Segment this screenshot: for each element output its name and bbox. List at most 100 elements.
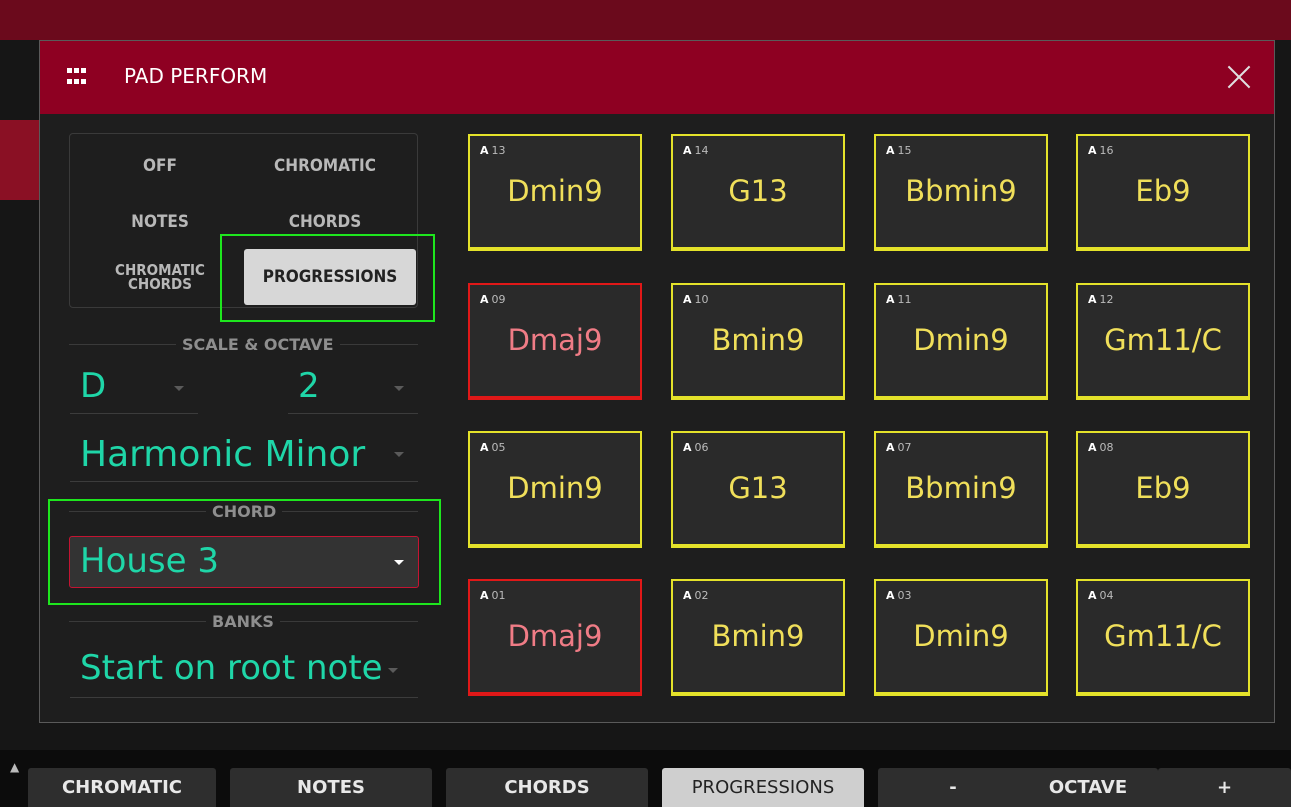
pad-chord-name: G13 <box>728 471 788 505</box>
modal-title: PAD PERFORM <box>124 64 268 88</box>
chevron-down-icon <box>174 386 184 391</box>
mode-chromatic-chords-button[interactable]: CHROMATIC CHORDS <box>100 263 220 293</box>
chord-label: CHORD <box>206 502 283 521</box>
chevron-down-icon <box>388 668 398 673</box>
bottom-toolbar: CHROMATIC NOTES CHORDS PROGRESSIONS - OC… <box>0 752 1291 807</box>
background-stripe <box>0 120 40 200</box>
pad-level-bar <box>1078 544 1248 548</box>
pad-id: A 07 <box>886 441 912 454</box>
close-icon[interactable] <box>1226 64 1252 90</box>
pad[interactable]: A 16 Eb9 <box>1076 134 1250 251</box>
pad-bank: A <box>1088 589 1097 602</box>
root-note-dropdown[interactable]: D <box>80 366 106 406</box>
mode-notes-button[interactable]: NOTES <box>115 214 205 231</box>
pad-bank: A <box>886 144 895 157</box>
pad[interactable]: A 03 Dmin9 <box>874 579 1048 696</box>
chord-select[interactable]: House 3 <box>69 536 419 588</box>
pad-bank: A <box>683 441 692 454</box>
pad-number: 01 <box>491 589 506 602</box>
pad-level-bar <box>470 692 640 696</box>
pad-id: A 08 <box>1088 441 1114 454</box>
pad-chord-name: Bbmin9 <box>905 471 1017 505</box>
pad-number: 16 <box>1099 144 1114 157</box>
mode-chromatic-chords-line2: CHORDS <box>128 275 192 293</box>
pad-level-bar <box>876 692 1046 696</box>
octave-label: OCTAVE <box>1018 768 1158 807</box>
pad-bank: A <box>480 144 489 157</box>
pad[interactable]: A 14 G13 <box>671 134 845 251</box>
pad-id: A 04 <box>1088 589 1114 602</box>
pad-level-bar <box>673 692 843 696</box>
pad-level-bar <box>876 544 1046 548</box>
pad[interactable]: A 12 Gm11/C <box>1076 283 1250 400</box>
pad-bank: A <box>886 441 895 454</box>
pad-level-bar <box>673 544 843 548</box>
scale-dropdown[interactable]: Harmonic Minor <box>80 434 365 475</box>
pad-perform-modal: PAD PERFORM OFF CHROMATIC NOTES CHORDS C… <box>39 40 1275 723</box>
pad-number: 11 <box>897 293 912 306</box>
pad[interactable]: A 06 G13 <box>671 431 845 548</box>
pad-bank: A <box>886 589 895 602</box>
pad-bank: A <box>1088 293 1097 306</box>
octave-plus-button[interactable]: + <box>1158 768 1291 807</box>
banks-dropdown[interactable]: Start on root note <box>80 648 383 688</box>
pad-level-bar <box>673 247 843 251</box>
pad-chord-name: Bbmin9 <box>905 174 1017 208</box>
pad-level-bar <box>1078 396 1248 400</box>
pad-chord-name: Gm11/C <box>1104 619 1222 653</box>
mode-chromatic-button[interactable]: CHROMATIC <box>260 158 390 175</box>
pad-chord-name: Dmin9 <box>507 174 603 208</box>
pad-id: A 11 <box>886 293 912 306</box>
pad-id: A 06 <box>683 441 709 454</box>
grid-icon <box>67 68 87 88</box>
pad-bank: A <box>480 441 489 454</box>
pad-level-bar <box>470 544 640 548</box>
pad-number: 02 <box>694 589 709 602</box>
octave-minus-button[interactable]: - <box>878 768 1028 807</box>
pad-chord-name: Dmin9 <box>913 619 1009 653</box>
pad-id: A 03 <box>886 589 912 602</box>
pad-number: 09 <box>491 293 506 306</box>
pad-id: A 15 <box>886 144 912 157</box>
pad[interactable]: A 13 Dmin9 <box>468 134 642 251</box>
modal-header: PAD PERFORM <box>40 41 1274 114</box>
pad-number: 13 <box>491 144 506 157</box>
pad[interactable]: A 05 Dmin9 <box>468 431 642 548</box>
pad-chord-name: Dmaj9 <box>507 323 603 357</box>
pad[interactable]: A 15 Bbmin9 <box>874 134 1048 251</box>
tab-chords[interactable]: CHORDS <box>446 768 648 807</box>
pad-number: 03 <box>897 589 912 602</box>
pad-id: A 12 <box>1088 293 1114 306</box>
mode-chords-button[interactable]: CHORDS <box>275 214 375 231</box>
tab-progressions[interactable]: PROGRESSIONS <box>662 768 864 807</box>
chevron-down-icon <box>394 452 404 457</box>
pad[interactable]: A 11 Dmin9 <box>874 283 1048 400</box>
pad-id: A 01 <box>480 589 506 602</box>
pad[interactable]: A 10 Bmin9 <box>671 283 845 400</box>
pad-bank: A <box>1088 441 1097 454</box>
octave-underline <box>288 413 418 414</box>
pad[interactable]: A 07 Bbmin9 <box>874 431 1048 548</box>
pad-chord-name: Bmin9 <box>711 619 805 653</box>
scale-octave-label: SCALE & OCTAVE <box>176 335 340 354</box>
background-topbar <box>0 0 1291 40</box>
pad[interactable]: A 04 Gm11/C <box>1076 579 1250 696</box>
mode-off-button[interactable]: OFF <box>130 158 190 175</box>
pad-id: A 09 <box>480 293 506 306</box>
tab-notes[interactable]: NOTES <box>230 768 432 807</box>
pad-level-bar <box>1078 247 1248 251</box>
scale-underline <box>70 481 418 482</box>
pad[interactable]: A 02 Bmin9 <box>671 579 845 696</box>
pad[interactable]: A 01 Dmaj9 <box>468 579 642 696</box>
chevron-down-icon <box>394 386 404 391</box>
pad-chord-name: G13 <box>728 174 788 208</box>
pad-number: 05 <box>491 441 506 454</box>
chevron-down-icon <box>394 560 404 565</box>
octave-dropdown[interactable]: 2 <box>298 366 320 406</box>
tab-chromatic[interactable]: CHROMATIC <box>28 768 216 807</box>
pad-chord-name: Eb9 <box>1135 174 1191 208</box>
chord-select-value: House 3 <box>80 541 219 581</box>
pad[interactable]: A 09 Dmaj9 <box>468 283 642 400</box>
pad-chord-name: Dmaj9 <box>507 619 603 653</box>
pad[interactable]: A 08 Eb9 <box>1076 431 1250 548</box>
